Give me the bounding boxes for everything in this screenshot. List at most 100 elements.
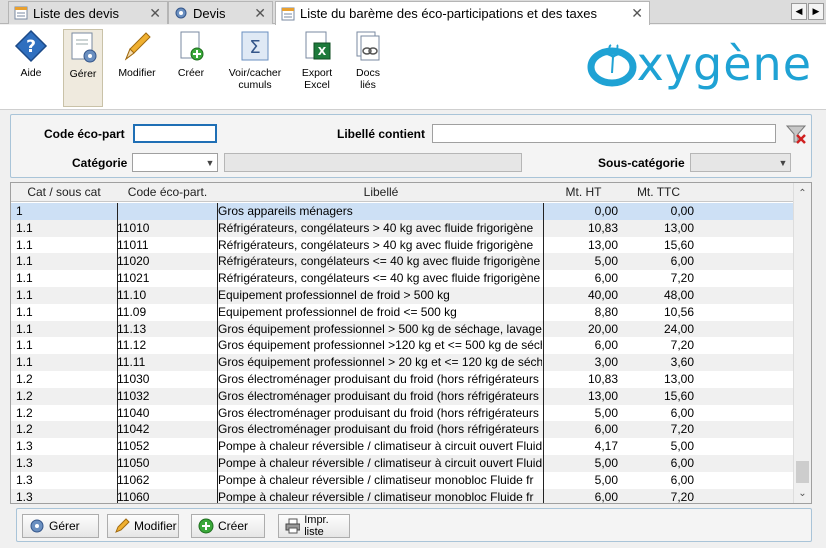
cell-code: 11060	[117, 489, 150, 504]
tab-bareme-eco-participations[interactable]: Liste du barème des éco-participations e…	[275, 1, 650, 25]
sum-icon: Σ	[241, 31, 269, 61]
modifier-bottom-button[interactable]: Modifier	[107, 514, 179, 538]
voir-cacher-cumuls-button[interactable]: Σ Voir/cacher cumuls	[226, 29, 284, 107]
oxygene-logo: xygène	[587, 39, 812, 89]
cell-libelle: Réfrigérateurs, congélateurs > 40 kg ave…	[218, 220, 534, 235]
cell-cat: 1.1	[16, 254, 33, 269]
cell-code: 11010	[117, 220, 150, 235]
table-row[interactable]: 1.1 11.11 Gros équipement professionnel > …	[11, 354, 794, 371]
modifier-button[interactable]: Modifier	[112, 29, 162, 107]
table-row[interactable]: 1.1 11021 Réfrigérateurs, congélateurs <= …	[11, 270, 794, 287]
cell-cat: 1.3	[16, 439, 33, 454]
tab-liste-des-devis[interactable]: Liste des devis ✕	[8, 1, 168, 24]
categorie-description-field	[224, 153, 522, 172]
cell-code: 11.10	[117, 287, 147, 302]
cell-mt-ht: 6,00	[594, 338, 618, 353]
gerer-bottom-button[interactable]: Gérer	[22, 514, 99, 538]
column-header-mt-ttc[interactable]: Mt. TTC	[623, 183, 694, 202]
scrollbar-thumb[interactable]	[796, 461, 809, 483]
cell-cat: 1.1	[16, 355, 33, 370]
cell-mt-ht: 6,00	[594, 271, 618, 286]
cell-cat: 1.2	[16, 422, 33, 437]
document-gear-icon	[71, 32, 97, 63]
impr-liste-button[interactable]: Impr. liste	[278, 514, 350, 538]
table-row[interactable]: 1.2 11030 Gros électroménager produisant d…	[11, 371, 794, 388]
export-excel-button[interactable]: X Export Excel	[292, 29, 342, 107]
cell-mt-ht: 20,00	[587, 321, 618, 336]
libelle-contient-input[interactable]	[432, 124, 776, 143]
cell-code: 11062	[117, 472, 150, 487]
table-row[interactable]: 1 Gros appareils ménagers 0,00 0,00	[11, 203, 794, 220]
cell-libelle: Equipement professionnel de froid <= 500…	[218, 304, 457, 319]
cell-mt-ttc: 7,20	[670, 422, 694, 437]
linked-docs-icon	[356, 31, 380, 61]
cell-code: 11.12	[117, 338, 147, 353]
close-icon[interactable]: ✕	[631, 5, 643, 22]
creer-bottom-button[interactable]: Créer	[191, 514, 265, 538]
table-row[interactable]: 1.3 11060 Pompe à chaleur réversible / cli…	[11, 488, 794, 504]
table-row[interactable]: 1.1 11.10 Equipement professionnel de froi…	[11, 286, 794, 304]
table-row[interactable]: 1.2 11032 Gros électroménager produisant d…	[11, 387, 794, 405]
tab-next-button[interactable]: ▶	[808, 3, 824, 20]
tab-prev-button[interactable]: ◀	[791, 3, 807, 20]
table-row[interactable]: 1.3 11052 Pompe à chaleur réversible / cli…	[11, 438, 794, 455]
list-icon	[281, 7, 295, 21]
cell-code: 11.09	[117, 304, 147, 319]
tab-navigation: ◀ ▶	[790, 3, 824, 20]
cell-libelle: Gros électroménager produisant du froid …	[218, 371, 539, 386]
gear-icon	[30, 519, 44, 533]
gerer-button[interactable]: Gérer	[63, 29, 103, 107]
creer-button[interactable]: Créer	[166, 29, 216, 107]
table-row[interactable]: 1.1 11.13 Gros équipement professionnel > …	[11, 320, 794, 338]
voir-cacher-label-1: Voir/cacher	[228, 67, 282, 79]
chevron-down-icon[interactable]: ▼	[776, 154, 790, 171]
column-header-libelle[interactable]: Libellé	[218, 183, 544, 202]
cell-code: 11032	[117, 388, 150, 403]
creer-label: Créer	[177, 67, 205, 79]
vertical-scrollbar[interactable]: ⌃ ⌄	[793, 183, 811, 503]
scroll-down-icon[interactable]: ⌄	[794, 485, 811, 502]
cell-code: 11042	[117, 422, 150, 437]
cell-mt-ttc: 6,00	[670, 455, 694, 470]
tab-devis[interactable]: Devis ✕	[168, 1, 273, 24]
cell-mt-ttc: 15,60	[663, 237, 694, 252]
categorie-select[interactable]: ▼	[132, 153, 218, 172]
table-row[interactable]: 1.1 11.09 Equipement professionnel de froi…	[11, 304, 794, 321]
cell-code: 11011	[117, 237, 149, 252]
code-eco-part-input[interactable]	[133, 124, 217, 143]
cell-cat: 1	[16, 204, 23, 218]
table-row[interactable]: 1.2 11042 Gros électroménager produisant d…	[11, 421, 794, 439]
table-row[interactable]: 1.1 11010 Réfrigérateurs, congélateurs > 4…	[11, 219, 794, 237]
aide-button[interactable]: ? Aide	[6, 29, 56, 107]
cell-code: 11030	[117, 371, 150, 386]
column-header-code[interactable]: Code éco-part.	[117, 183, 218, 202]
cell-libelle: Pompe à chaleur réversible / climatiseur…	[218, 455, 542, 470]
cell-mt-ttc: 3,60	[670, 355, 694, 370]
aide-label: Aide	[20, 67, 42, 79]
cell-cat: 1.2	[16, 371, 33, 386]
table-row[interactable]: 1.3 11062 Pompe à chaleur réversible / cli…	[11, 472, 794, 489]
docs-lies-button[interactable]: Docs liés	[343, 29, 393, 107]
cell-mt-ht: 13,00	[587, 237, 618, 252]
scroll-up-icon[interactable]: ⌃	[794, 185, 811, 202]
close-icon[interactable]: ✕	[254, 5, 266, 22]
cell-libelle: Réfrigérateurs, congélateurs > 40 kg ave…	[218, 237, 534, 252]
clear-filter-icon[interactable]	[785, 123, 807, 148]
table-row[interactable]: 1.1 11020 Réfrigérateurs, congélateurs <= …	[11, 253, 794, 271]
close-icon[interactable]: ✕	[149, 5, 161, 22]
column-divider	[217, 203, 218, 503]
modifier-bottom-label: Modifier	[134, 519, 177, 533]
cell-mt-ht: 5,00	[594, 405, 618, 420]
table-row[interactable]: 1.3 11050 Pompe à chaleur réversible / cli…	[11, 454, 794, 472]
table-row[interactable]: 1.1 11.12 Gros équipement professionnel >1…	[11, 337, 794, 354]
docs-label-2: liés	[360, 79, 376, 91]
table-row[interactable]: 1.1 11011 Réfrigérateurs, congélateurs > 4…	[11, 237, 794, 254]
sous-categorie-select[interactable]: ▼	[690, 153, 791, 172]
cell-mt-ttc: 48,00	[663, 287, 694, 302]
cell-mt-ht: 6,00	[594, 422, 618, 437]
table-row[interactable]: 1.2 11040 Gros électroménager produisant d…	[11, 405, 794, 422]
column-header-cat[interactable]: Cat / sous cat	[11, 183, 117, 202]
column-header-mt-ht[interactable]: Mt. HT	[544, 183, 623, 202]
chevron-down-icon[interactable]: ▼	[203, 154, 217, 171]
cell-code: 11.11	[117, 355, 146, 370]
